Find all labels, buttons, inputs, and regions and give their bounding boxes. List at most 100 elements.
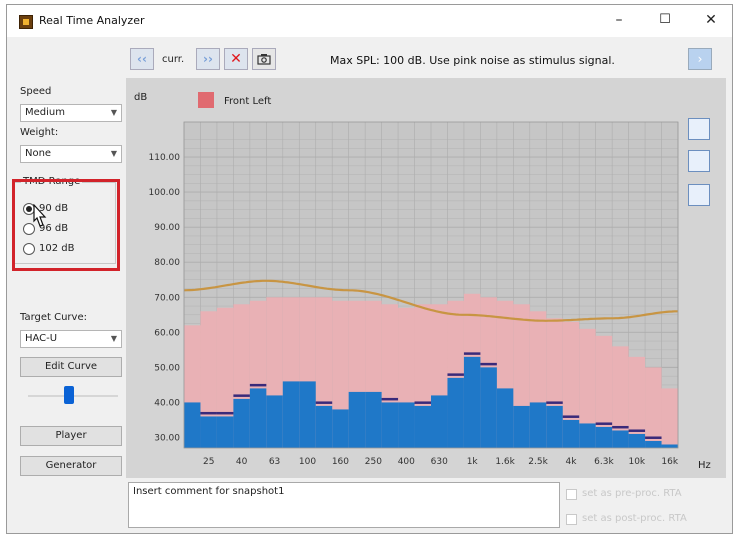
go-button[interactable]: › [688,48,712,70]
snapshot-button[interactable] [252,48,276,70]
info-text: Max SPL: 100 dB. Use pink noise as stimu… [330,54,615,67]
speed-label: Speed [20,86,52,97]
target-curve-label: Target Curve: [20,312,87,323]
y-axis-label: dB [134,92,147,103]
y-tick-label: 50.00 [154,363,180,373]
next-snapshot-button[interactable]: ›› [196,48,220,70]
window-title: Real Time Analyzer [39,14,145,27]
x-tick-label: 40 [236,457,248,467]
max-hold-marker [595,422,613,425]
pre-proc-checkbox[interactable] [566,489,577,500]
maximize-button[interactable]: ☐ [643,7,687,33]
chevron-down-icon: ▼ [110,108,117,117]
max-hold-marker [249,383,267,387]
max-hold-marker [628,429,646,432]
load-curve-icon[interactable] [688,150,710,172]
max-hold-marker [414,401,431,404]
level-bar [365,391,382,448]
speed-select[interactable]: Medium ▼ [20,104,122,122]
level-bar [249,388,267,448]
slider-thumb[interactable] [63,386,74,404]
level-bar [463,356,481,448]
minimize-button[interactable]: – [597,7,641,33]
level-bar [513,405,530,448]
edit-curve-button[interactable]: Edit Curve [20,357,122,377]
y-tick-label: 60.00 [154,328,180,338]
highlight-box [12,179,120,271]
pre-proc-label: set as pre-proc. RTA [582,488,682,499]
compare-curve-icon[interactable] [688,184,710,206]
y-tick-label: 40.00 [154,398,180,408]
x-axis-unit: Hz [698,460,711,471]
level-bar [431,395,448,448]
level-bar [200,416,217,448]
current-label: curr. [162,54,185,65]
delete-snapshot-button[interactable]: ✕ [224,48,248,70]
x-tick-label: 100 [299,457,316,467]
level-bar [661,444,678,448]
level-bar [562,419,580,448]
chevron-down-icon: ▼ [110,334,117,343]
level-bar [266,395,283,448]
post-proc-label: set as post-proc. RTA [582,513,687,524]
max-hold-marker [315,401,333,404]
target-curve-select[interactable]: HAC-U ▼ [20,330,122,348]
speed-value: Medium [25,107,65,118]
previous-snapshot-button[interactable]: ‹‹ [130,48,154,70]
level-bar [579,423,596,448]
camera-icon [257,54,271,65]
target-curve-value: HAC-U [25,333,58,344]
y-tick-label: 80.00 [154,258,180,268]
weight-select[interactable]: None ▼ [20,145,122,163]
max-hold-marker [447,373,464,376]
x-tick-label: 4k [565,457,577,467]
level-bar [184,402,201,448]
weight-value: None [25,148,52,159]
y-tick-label: 70.00 [154,293,180,303]
y-tick-label: 90.00 [154,223,180,233]
legend-swatch [198,92,214,108]
close-button[interactable]: ✕ [689,7,733,33]
level-bar [315,405,333,448]
level-bar [299,381,316,448]
player-button[interactable]: Player [20,426,122,446]
x-tick-label: 63 [269,457,280,467]
level-bar [348,391,366,448]
level-bar [546,405,563,448]
level-bar [332,409,349,448]
post-proc-checkbox[interactable] [566,514,577,525]
generator-button[interactable]: Generator [20,456,122,476]
peak-bar [661,388,678,448]
max-hold-marker [546,401,563,404]
level-bar [414,405,431,448]
legend-label: Front Left [224,96,271,107]
max-hold-marker [233,394,250,397]
max-hold-marker [480,362,497,366]
title-bar: Real Time Analyzer – ☐ ✕ [7,5,732,37]
x-tick-label: 10k [628,457,645,467]
x-tick-label: 160 [332,457,349,467]
level-bar [447,377,464,448]
y-tick-label: 100.00 [149,188,181,198]
max-hold-marker [216,411,234,415]
level-bar [233,398,250,448]
x-tick-label: 1k [467,457,479,467]
comment-input[interactable]: Insert comment for snapshot1 [128,482,560,528]
level-bar [480,367,497,448]
x-tick-label: 250 [365,457,382,467]
level-bar [529,402,547,448]
chevron-down-icon: ▼ [110,149,117,158]
max-hold-marker [463,352,481,355]
x-tick-label: 6.3k [594,457,614,467]
x-tick-label: 630 [431,457,448,467]
x-tick-label: 25 [203,457,214,467]
level-bar [595,426,613,448]
max-hold-marker [200,411,217,415]
plot-area: 110.00 100.00 90.00 80.00 70.00 60.00 50.00 40.… [149,121,679,467]
level-bar [381,402,399,448]
save-curve-icon[interactable] [688,118,710,140]
x-tick-label: 16k [661,457,678,467]
rta-chart: dB Front Left Hz 110.00 100.00 90.00 80.00 7… [126,78,726,478]
x-tick-label: 1.6k [495,457,515,467]
max-hold-marker [645,436,662,439]
